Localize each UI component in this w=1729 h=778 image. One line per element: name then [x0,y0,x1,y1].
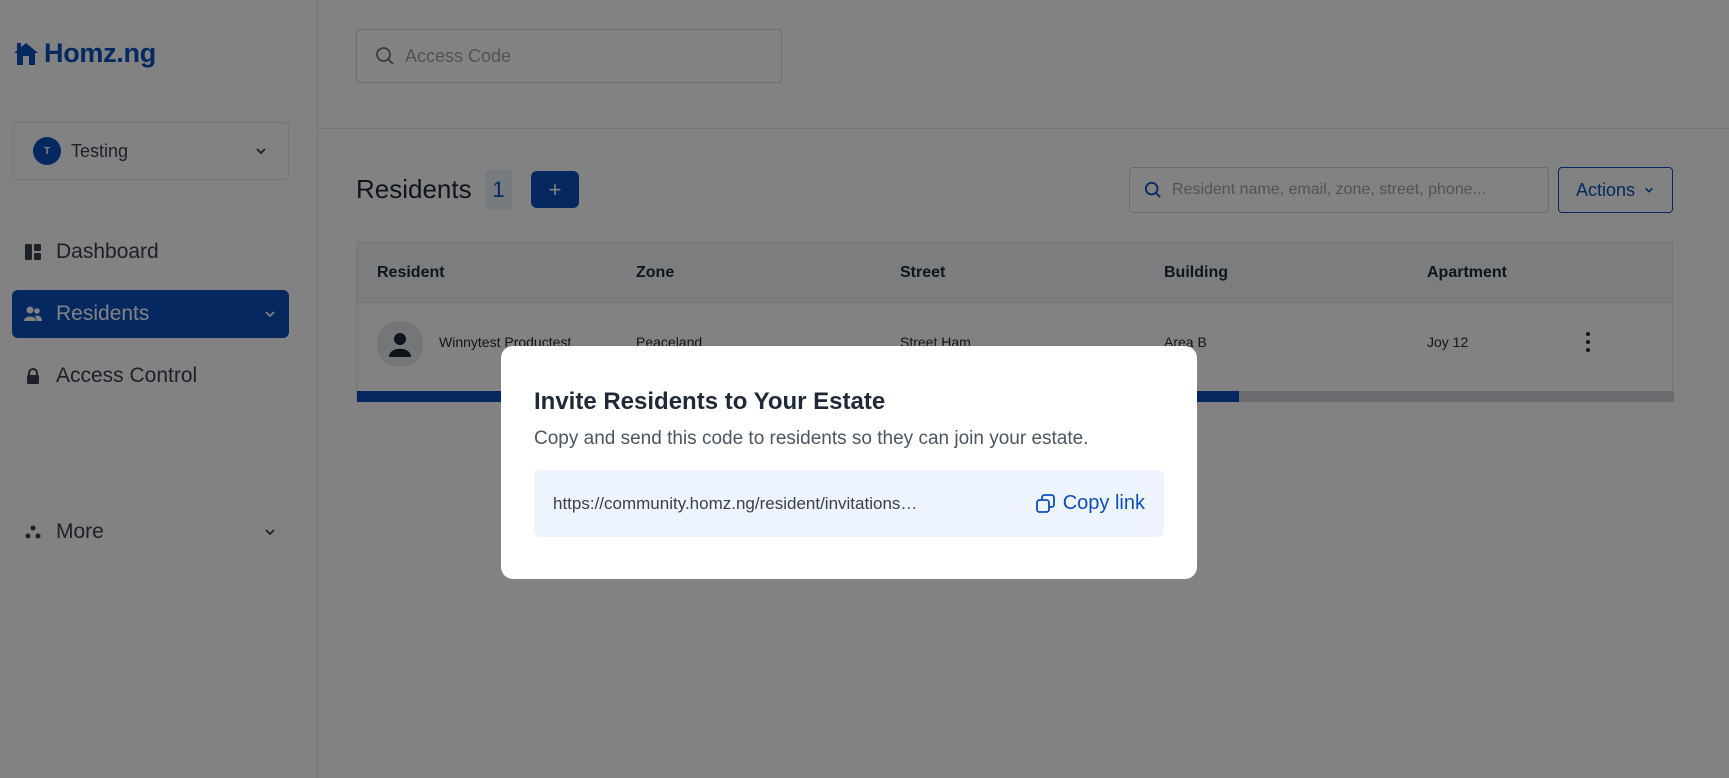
modal-description: Copy and send this code to residents so … [534,428,1089,449]
copy-link-button[interactable]: Copy link [1035,492,1145,515]
modal-title: Invite Residents to Your Estate [534,388,886,415]
copy-link-label: Copy link [1062,492,1145,514]
invite-link: https://community.homz.ng/resident/invit… [553,493,918,513]
copy-icon [1035,494,1055,513]
invite-modal: Invite Residents to Your Estate Copy and… [501,346,1197,579]
invite-link-box: https://community.homz.ng/resident/invit… [534,470,1164,537]
